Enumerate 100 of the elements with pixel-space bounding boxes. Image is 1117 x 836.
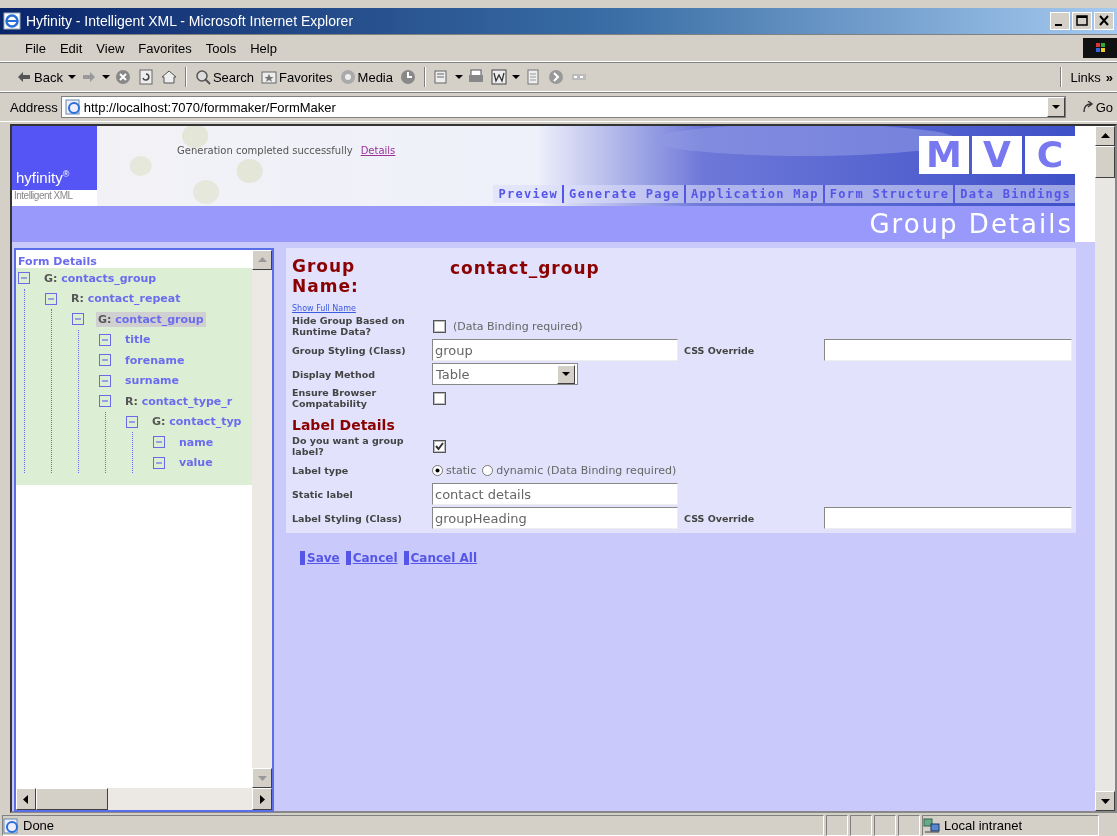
collapse-icon[interactable] <box>153 456 165 469</box>
vertical-scrollbar[interactable] <box>1095 126 1115 811</box>
menu-item[interactable]: View <box>89 40 132 56</box>
dropdown[interactable]: Table <box>432 363 578 385</box>
menu-item[interactable]: Tools <box>198 40 244 56</box>
tree-item[interactable]: R: contact_repeat <box>69 291 183 307</box>
text-field[interactable] <box>824 339 1072 361</box>
nav-link[interactable]: Generate Page <box>564 185 686 203</box>
field-note: (Data Binding required) <box>453 319 583 333</box>
chevron-button[interactable]: » <box>1105 69 1117 85</box>
field-label: Display Method <box>292 367 376 382</box>
menu-item[interactable]: Help <box>243 40 284 56</box>
tree-item[interactable]: name <box>177 434 216 450</box>
scroll-thumb[interactable] <box>1095 146 1115 178</box>
security-zone: Local intranet <box>944 818 1023 833</box>
page-globe-icon <box>64 99 81 115</box>
clock-icon[interactable] <box>398 69 418 85</box>
dropdown-caret-icon[interactable] <box>101 74 110 80</box>
radio-label: dynamic (Data Binding required) <box>496 463 677 477</box>
mvc-logo-tile: C <box>1025 136 1075 174</box>
text-field[interactable]: group <box>432 339 678 361</box>
minimize-icon[interactable] <box>1050 12 1070 30</box>
text-field[interactable] <box>824 507 1072 529</box>
tree-item[interactable]: surname <box>123 373 181 389</box>
show-full-name-link[interactable]: Show Full Name <box>292 304 356 313</box>
field-label: CSS Override <box>684 512 756 524</box>
field-label: CSS Override <box>684 344 756 356</box>
mvc-logo-tile: M <box>919 136 969 174</box>
collapse-icon[interactable] <box>126 415 138 428</box>
dropdown-caret-icon[interactable] <box>455 74 463 80</box>
go-button[interactable]: Go <box>1075 99 1117 115</box>
tree-item[interactable]: G: contact_group <box>96 311 206 327</box>
menu-item[interactable]: File <box>18 40 53 56</box>
tree-item[interactable]: G: contact_typ <box>150 414 244 430</box>
form-link-button[interactable]: Save <box>300 551 340 565</box>
search-icon <box>194 69 211 85</box>
details-link[interactable]: Details <box>360 145 396 156</box>
document-w-icon[interactable] <box>489 69 509 85</box>
form-link-button[interactable]: Cancel <box>345 551 398 565</box>
curved-arrow-icon <box>1081 101 1094 113</box>
dropdown-caret-icon <box>562 371 570 377</box>
tree-item[interactable]: value <box>177 455 215 471</box>
window-title: Hyfinity - Intelligent XML - Microsoft Internet Explorer <box>26 13 355 29</box>
links-button[interactable]: Links <box>1068 69 1103 85</box>
address-field[interactable]: http://localhost:7070/formmaker/FormMaker <box>60 96 1066 118</box>
collapse-icon[interactable] <box>99 374 111 387</box>
nav-link[interactable]: Preview <box>493 185 565 203</box>
ie-logo-icon <box>3 12 21 30</box>
tree-item[interactable]: R: contact_type_r <box>123 393 235 409</box>
checkbox[interactable] <box>433 391 446 405</box>
dropdown-caret-icon[interactable] <box>512 74 520 80</box>
collapse-icon[interactable] <box>99 395 111 408</box>
checkbox[interactable] <box>433 439 446 453</box>
tree-item[interactable]: forename <box>123 352 187 368</box>
menu-item[interactable]: Edit <box>52 40 90 56</box>
field-label: Ensure Browser Compatability <box>292 387 378 409</box>
form-link-button[interactable]: Cancel All <box>403 551 478 565</box>
scroll-right-icon[interactable] <box>259 794 265 804</box>
menu-item[interactable]: Favorites <box>131 40 199 56</box>
collapse-icon[interactable] <box>153 436 165 449</box>
dropdown-caret-icon[interactable] <box>67 74 76 80</box>
toolbar-button[interactable]: Favorites <box>259 69 335 85</box>
status-panel <box>826 815 848 836</box>
checkbox[interactable] <box>433 319 446 333</box>
radio-button[interactable] <box>482 464 494 476</box>
tree-item[interactable]: G: contacts_group <box>42 270 159 286</box>
section-heading: Label Details <box>292 416 396 433</box>
radio-label: static <box>446 463 477 477</box>
network-icon <box>923 817 941 834</box>
field-label: Label type <box>292 463 350 478</box>
field-label: Group Styling (Class) <box>292 343 407 358</box>
address-label: Address <box>10 99 58 115</box>
toolbar-button[interactable]: Search <box>192 69 257 85</box>
collapse-icon[interactable] <box>72 313 84 326</box>
collapse-icon[interactable] <box>99 354 111 367</box>
radio-button[interactable] <box>432 464 443 476</box>
toolbar-button[interactable]: Back <box>14 69 65 85</box>
text-field[interactable]: groupHeading <box>432 507 678 529</box>
scroll-down-icon[interactable] <box>1100 798 1110 804</box>
collapse-icon[interactable] <box>45 292 57 305</box>
collapse-icon[interactable] <box>18 272 30 285</box>
horizontal-scrollbar[interactable] <box>16 788 272 810</box>
scroll-thumb[interactable] <box>36 788 108 810</box>
tree-item[interactable]: title <box>123 332 153 348</box>
mvc-logo-tile: V <box>972 136 1022 174</box>
scroll-left-icon[interactable] <box>23 794 29 804</box>
page-globe-icon <box>3 817 19 834</box>
maximize-icon[interactable] <box>1072 12 1092 30</box>
status-panel <box>898 815 920 836</box>
collapse-icon[interactable] <box>99 333 111 346</box>
group-name: contact_group <box>450 257 600 278</box>
field-label: Hide Group Based on Runtime Data? <box>292 315 406 337</box>
text-field[interactable]: contact details <box>432 483 678 505</box>
page-title: Group Details <box>869 209 1074 239</box>
close-icon[interactable] <box>1094 12 1114 30</box>
tagline: Intelligent XML <box>12 190 97 206</box>
scroll-up-icon[interactable] <box>1100 133 1110 139</box>
status-panel <box>874 815 896 836</box>
status-message: Generation completed successfully <box>177 145 353 156</box>
toolbar-button[interactable]: Media <box>337 69 395 85</box>
